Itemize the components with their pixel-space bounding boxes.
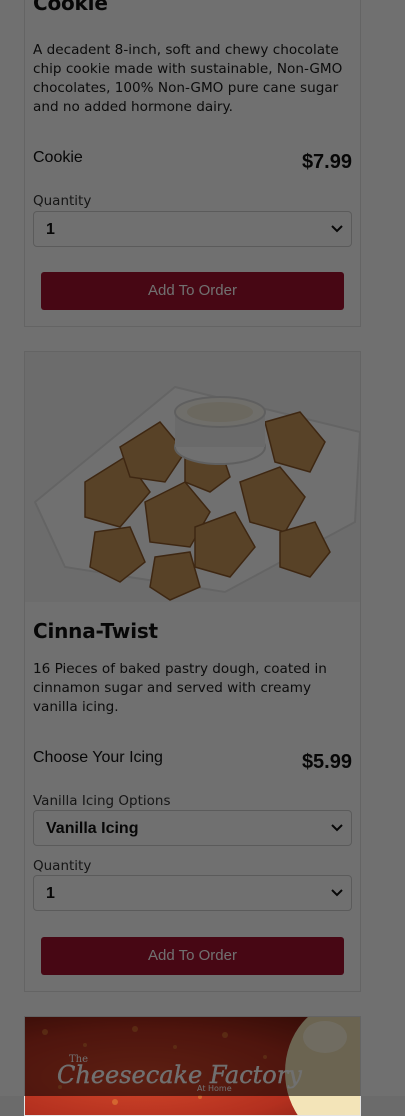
icing-select[interactable]: Vanilla Icing (33, 810, 352, 846)
promo-banner-card[interactable]: Cheesecake Factory The At Home (24, 1016, 361, 1116)
add-to-order-button[interactable]: Add To Order (41, 272, 344, 310)
quantity-label: Quantity (33, 858, 92, 874)
product-description: A decadent 8-inch, soft and chewy chocol… (33, 42, 343, 115)
svg-text:The: The (69, 1054, 88, 1065)
svg-text:At Home: At Home (197, 1084, 232, 1093)
menu-page: Cookie A decadent 8-inch, soft and chewy… (0, 0, 405, 1116)
add-to-order-button[interactable]: Add To Order (41, 937, 344, 975)
product-title: Cinna-Twist (33, 619, 158, 643)
product-price: $7.99 (301, 151, 352, 173)
quantity-select[interactable]: 1 (33, 211, 352, 247)
product-description: 16 Pieces of baked pastry dough, coated … (33, 661, 327, 715)
product-card-cinna-twist: Cinna-Twist 16 Pieces of baked pastry do… (24, 351, 362, 992)
cinna-twist-photo (25, 352, 362, 602)
product-price: $5.99 (301, 751, 352, 773)
product-image (25, 352, 362, 602)
svg-text:Cheesecake Factory: Cheesecake Factory (57, 1061, 302, 1089)
chevron-down-icon (331, 889, 343, 897)
icing-options-label: Vanilla Icing Options (33, 793, 171, 809)
option-label: Cookie (33, 149, 83, 166)
icing-value: Vanilla Icing (46, 820, 139, 837)
quantity-label: Quantity (33, 193, 92, 209)
chevron-down-icon (331, 824, 343, 832)
cheesecake-factory-banner: Cheesecake Factory The At Home (25, 1017, 360, 1115)
quantity-select[interactable]: 1 (33, 875, 352, 911)
chevron-down-icon (331, 225, 343, 233)
quantity-value: 1 (46, 885, 55, 902)
product-card-cookie: Cookie A decadent 8-inch, soft and chewy… (24, 0, 361, 327)
product-title: Cookie (33, 0, 108, 15)
option-label: Choose Your Icing (33, 749, 163, 766)
quantity-value: 1 (46, 221, 55, 238)
